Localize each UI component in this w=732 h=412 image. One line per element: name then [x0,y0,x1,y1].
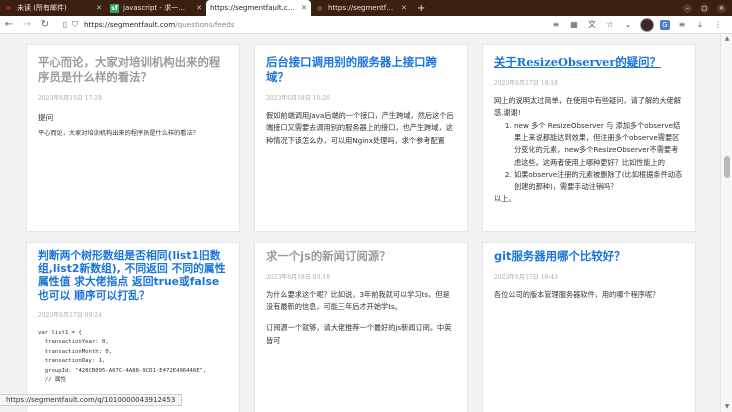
menu-icon[interactable]: ≡ [676,20,688,29]
avatar[interactable] [640,17,654,32]
vertical-scrollbar[interactable]: ▲ ▼ [720,34,732,412]
minimize-icon[interactable]: – [683,3,692,13]
browser-toolbar: ← → ↻ ▯ ⛉ https://segmentfault.com/quest… [0,16,732,34]
tab-javascript-question[interactable]: sf javascript - 求一个js的新... ✕ [106,0,206,16]
reader-mode-icon[interactable]: ≡ [550,20,562,29]
question-body-2: 订阅源一个就够，请大佬推荐一个最好的js新闻订阅。中英皆可 [266,323,452,345]
chevron-down-icon[interactable]: ⌄ [622,20,634,29]
tab-segmentfault[interactable]: ◍ https://segmentfault.co... ✕ [311,0,411,16]
new-tab-button[interactable]: + [411,0,431,16]
question-title[interactable]: 后台接口调用别的服务器上接口跨域？ [266,55,456,85]
grid-icon[interactable]: ▦ [568,20,580,29]
close-icon[interactable]: ✕ [397,4,407,12]
question-body: 各位公司的版本管理服务器软件，用的哪个程序呢？ [494,289,660,299]
question-card[interactable]: 判断两个树形数组是否相同(list1旧数组,list2新数组), 不同返回 不同… [26,242,240,412]
back-button[interactable]: ← [0,16,18,34]
question-body: 平心而论，大家对培训机构出来的程序员是什么样的看法？ [38,129,199,137]
bookmark-star-icon[interactable]: ☆ [604,20,616,29]
question-subtitle: 提问 [38,112,54,122]
scroll-down-icon[interactable]: ▼ [721,402,732,412]
more-menu-icon[interactable]: ⋮ [712,20,724,29]
list-item: new 多个 ResizeObserver 与 添加多个observe结果上来说… [514,120,684,169]
tab-strip: ✉ 未读 (所有邮件) ✕ sf javascript - 求一个js的新...… [0,0,732,16]
url-path: /questions/feeds [175,20,235,29]
close-icon[interactable]: ✕ [297,4,307,12]
question-body: 假如前端调用Java后端的一个接口，产生跨域，然后这个后端接口又需要去调用别的服… [266,110,454,145]
scrollbar-thumb[interactable] [724,156,730,178]
forward-button[interactable]: → [18,16,36,34]
translate-extension-icon[interactable]: G [660,19,670,30]
tab-segmentfault-active[interactable]: https://segmentfault.com/ ✕ [206,0,311,16]
question-date: 2023年6月18日 10:26 [266,94,330,102]
close-icon[interactable]: ✕ [92,4,102,12]
feed-content: 平心而论，大家对培训机构出来的程序员是什么样的看法？ 2023年6月15日 17… [0,34,720,412]
url-host: https://segmentfault.com [84,20,176,29]
list-item: 如果observe注册的元素被删除了(比如根据条件动态创建的那种)，需要手动注销… [514,169,684,193]
toolbar-actions: ≡ ▦ 文 ☆ ⌄ G ≡ ⤓ ⋮ [550,17,732,32]
tab-label: https://segmentfault.co... [328,4,397,12]
question-title[interactable]: 平心而论，大家对培训机构出来的程序员是什么样的看法？ [38,55,228,85]
code-block: var list1 = { transactionYear: 0, transa… [38,329,207,384]
question-title[interactable]: 求一个js的新闻订阅源？ [266,249,456,264]
question-card[interactable]: 关于ResizeObserver的疑问？ 2023年6月17日 18:18 网上… [482,44,696,232]
question-footer: 以上。 [494,194,516,204]
question-body: 为什么要求这个呢？比如说，3年前我就可以学习ts，但是没有最新的信息，可能三年后… [266,289,450,312]
question-date: 2023年6月18日 03:18 [266,273,330,281]
maximize-icon[interactable]: □ [700,3,709,13]
question-title[interactable]: 判断两个树形数组是否相同(list1旧数组,list2新数组), 不同返回 不同… [38,249,228,302]
window-controls: – □ ✕ [683,0,732,16]
url-text[interactable]: https://segmentfault.com/questions/feeds [84,20,235,29]
question-date: 2023年6月17日 09:24 [38,311,102,319]
tab-label: https://segmentfault.com/ [210,4,298,12]
close-window-icon[interactable]: ✕ [717,3,726,13]
reload-button[interactable]: ↻ [36,16,54,34]
question-list: new 多个 ResizeObserver 与 添加多个observe结果上来说… [514,120,684,193]
tab-label: 未读 (所有邮件) [17,4,67,12]
question-card[interactable]: 平心而论，大家对培训机构出来的程序员是什么样的看法？ 2023年6月15日 17… [26,44,240,232]
question-card[interactable]: git服务器用哪个比较好？ 2023年6月17日 16:43 各位公司的版本管理… [482,242,696,412]
question-title[interactable]: git服务器用哪个比较好？ [494,249,684,264]
translate-icon[interactable]: 文 [586,19,598,30]
status-url-bubble: https://segmentfault.com/q/1010000043912… [0,394,183,406]
close-icon[interactable]: ✕ [192,4,202,12]
address-bar[interactable]: ▯ ⛉ https://segmentfault.com/questions/f… [60,18,530,32]
question-date: 2023年6月15日 17:28 [38,94,102,102]
tab-label: javascript - 求一个js的新... [123,4,192,12]
segmentfault-icon: sf [110,3,119,13]
question-body: 网上的说明太过简单，在使用中有些疑问，请了解的大佬解惑.谢谢! [494,95,681,118]
shield-icon[interactable]: ⛉ [70,20,80,30]
question-card[interactable]: 后台接口调用别的服务器上接口跨域？ 2023年6月18日 10:26 假如前端调… [254,44,468,232]
question-title[interactable]: 关于ResizeObserver的疑问？ [494,55,684,70]
scroll-up-icon[interactable]: ▲ [721,34,732,44]
globe-icon: ◍ [316,4,323,12]
mail-icon: ✉ [5,4,12,12]
question-date: 2023年6月17日 16:43 [494,273,558,281]
question-card[interactable]: 求一个js的新闻订阅源？ 2023年6月18日 03:18 为什么要求这个呢？比… [254,242,468,412]
question-date: 2023年6月17日 18:18 [494,79,558,87]
reader-icon[interactable]: ▯ [60,20,70,29]
download-icon[interactable]: ⤓ [694,20,706,30]
tab-mail[interactable]: ✉ 未读 (所有邮件) ✕ [0,0,106,16]
